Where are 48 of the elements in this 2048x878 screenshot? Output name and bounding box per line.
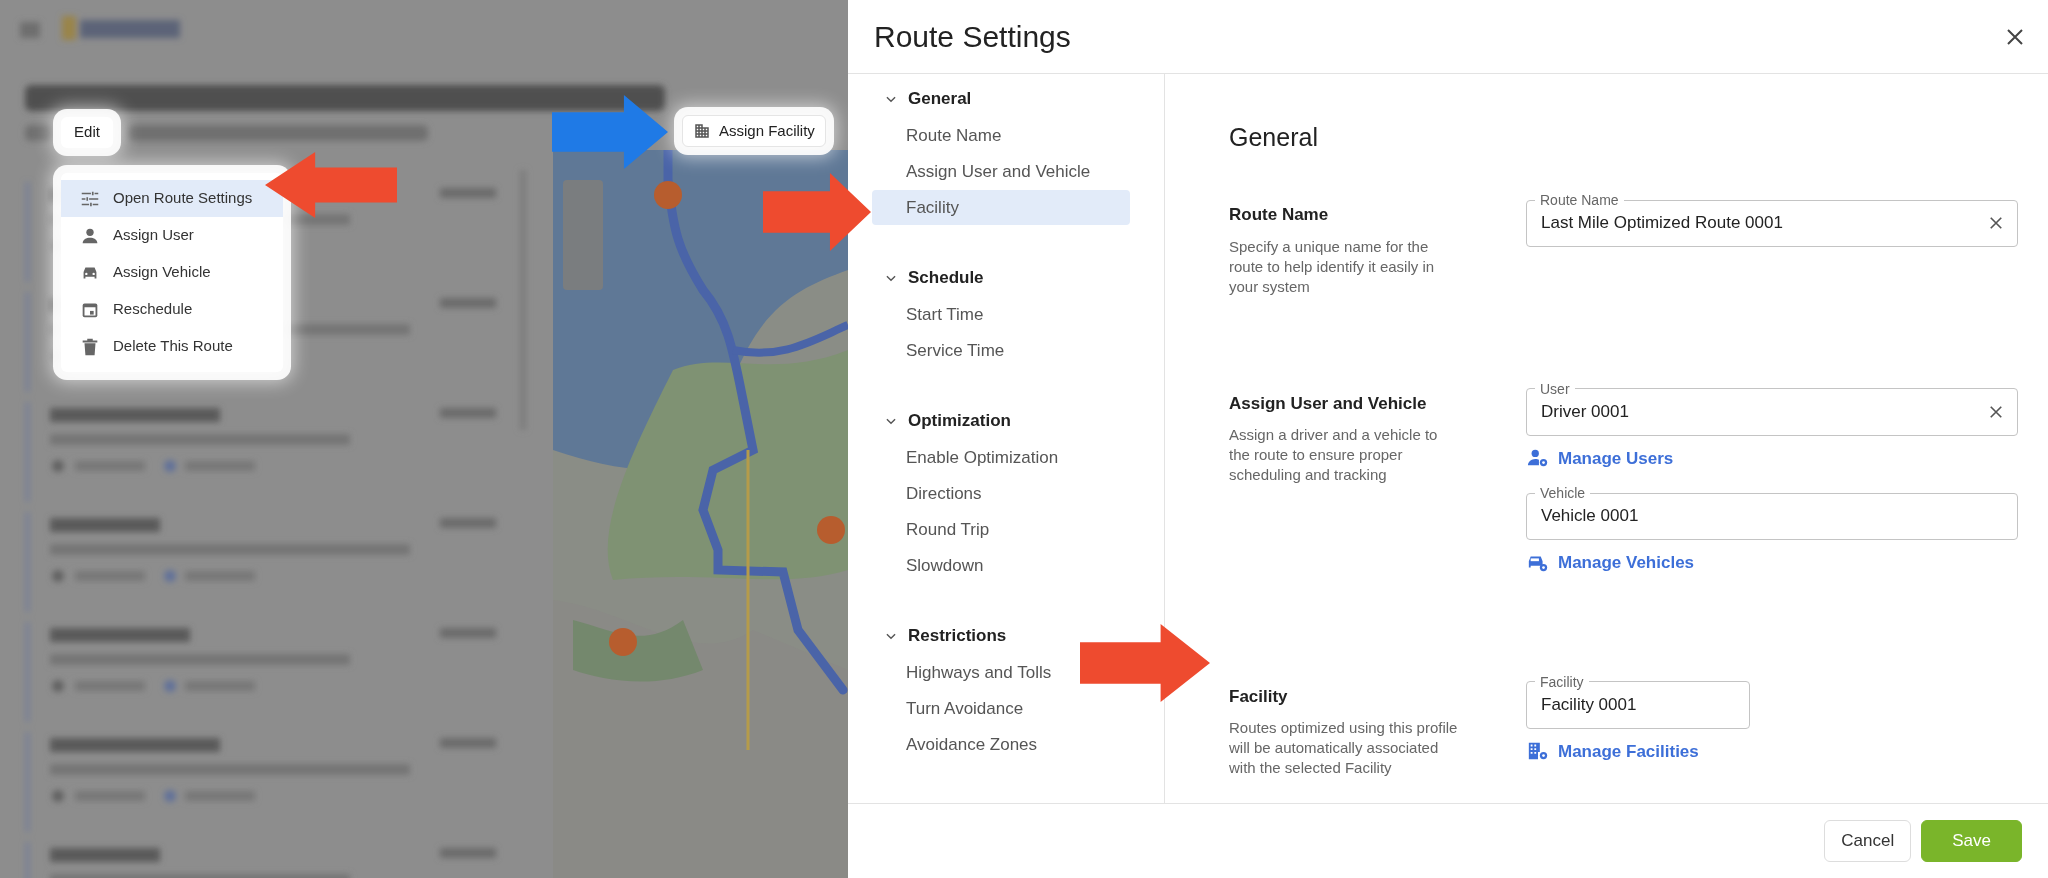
- dialog-title: Route Settings: [874, 18, 1071, 55]
- link[interactable]: Manage Facilities: [1526, 738, 1699, 764]
- section-description: Routes optimized using this profile will be automatically associated with the selected Facility: [1229, 718, 1459, 778]
- nav-group-header[interactable]: Schedule: [884, 259, 984, 296]
- nav-item[interactable]: Assign User and Vehicle: [872, 154, 1101, 189]
- menu-item[interactable]: Delete This Route: [61, 328, 283, 365]
- nav-item[interactable]: Route Name: [872, 118, 1012, 153]
- menu-item[interactable]: Assign User: [61, 217, 283, 254]
- nav-group-header[interactable]: General: [884, 80, 972, 117]
- nav-item[interactable]: Round Trip: [872, 512, 1000, 547]
- input-field[interactable]: Driver 0001: [1541, 398, 1987, 425]
- text-field[interactable]: Facility Facility 0001: [1526, 673, 1750, 729]
- input-field[interactable]: Vehicle 0001: [1541, 503, 2005, 529]
- nav-item[interactable]: Slowdown: [872, 548, 994, 583]
- link[interactable]: Manage Vehicles: [1526, 550, 1695, 576]
- menu-item[interactable]: Assign Vehicle: [61, 254, 283, 291]
- menu-item[interactable]: Reschedule: [61, 291, 283, 328]
- nav-item[interactable]: Highways and Tolls: [872, 655, 1062, 690]
- nav-item[interactable]: Facility: [872, 190, 1130, 225]
- input-field[interactable]: Facility 0001: [1541, 691, 1737, 718]
- nav-item[interactable]: Directions: [872, 476, 992, 511]
- section-title: Route Name: [1229, 204, 1330, 226]
- building-icon: [693, 122, 711, 140]
- text-field[interactable]: Route Name Last Mile Optimized Route 0001: [1526, 192, 2018, 247]
- clear-icon[interactable]: [1987, 214, 2005, 232]
- cancel-button[interactable]: Cancel: [1824, 820, 1912, 862]
- nav-item[interactable]: Start Time: [872, 297, 994, 332]
- section-description: Assign a driver and a vehicle to the route to ensure proper scheduling and tracking: [1229, 425, 1439, 485]
- section-title: Assign User and Vehicle: [1229, 392, 1428, 415]
- text-field[interactable]: Vehicle Vehicle 0001: [1526, 485, 2018, 540]
- input-field[interactable]: Last Mile Optimized Route 0001: [1541, 210, 1987, 236]
- nav-item[interactable]: Service Time: [872, 333, 1015, 368]
- section-description: Specify a unique name for the route to help identify it easily in your system: [1229, 236, 1436, 297]
- field-label: Facility: [1539, 673, 1585, 690]
- close-icon[interactable]: [2006, 27, 2024, 46]
- blurred-tab-drawing: [25, 125, 53, 141]
- nav-item[interactable]: Avoidance Zones: [872, 727, 1048, 762]
- nav-group-header[interactable]: Optimization: [884, 402, 1011, 439]
- menu-item[interactable]: Open Route Settings: [61, 180, 283, 217]
- field-label: Vehicle: [1539, 485, 1587, 501]
- section-heading: General: [1229, 122, 1319, 152]
- nav-item[interactable]: Enable Optimization: [872, 440, 1069, 475]
- section-title: Facility: [1229, 685, 1289, 708]
- field-label: Route Name: [1539, 192, 1620, 208]
- nav-group-header[interactable]: Restrictions: [884, 617, 1007, 654]
- field-label: User: [1539, 380, 1571, 397]
- link[interactable]: Manage Users: [1526, 445, 1674, 471]
- nav-item[interactable]: Turn Avoidance: [872, 691, 1034, 726]
